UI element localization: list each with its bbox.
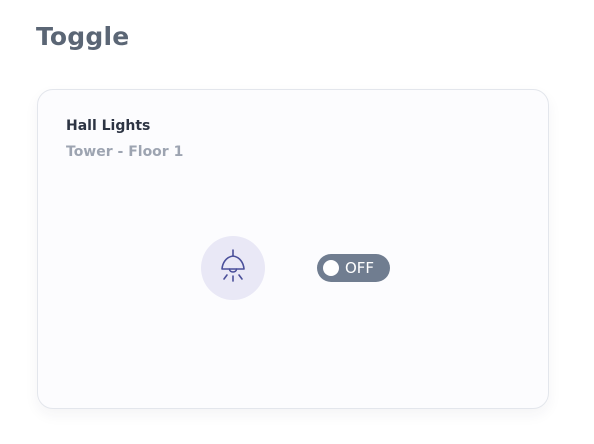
lamp-icon xyxy=(216,248,250,288)
lamp-icon-badge xyxy=(201,236,265,300)
device-card: Hall Lights Tower - Floor 1 OFF xyxy=(37,89,549,409)
device-name: Hall Lights xyxy=(66,118,151,134)
toggle-knob xyxy=(323,260,339,276)
power-toggle[interactable]: OFF xyxy=(317,254,390,282)
toggle-state-label: OFF xyxy=(345,259,375,277)
page-title: Toggle xyxy=(36,22,130,51)
device-location: Tower - Floor 1 xyxy=(66,144,184,160)
page: Toggle Hall Lights Tower - Floor 1 OFF xyxy=(0,0,594,444)
